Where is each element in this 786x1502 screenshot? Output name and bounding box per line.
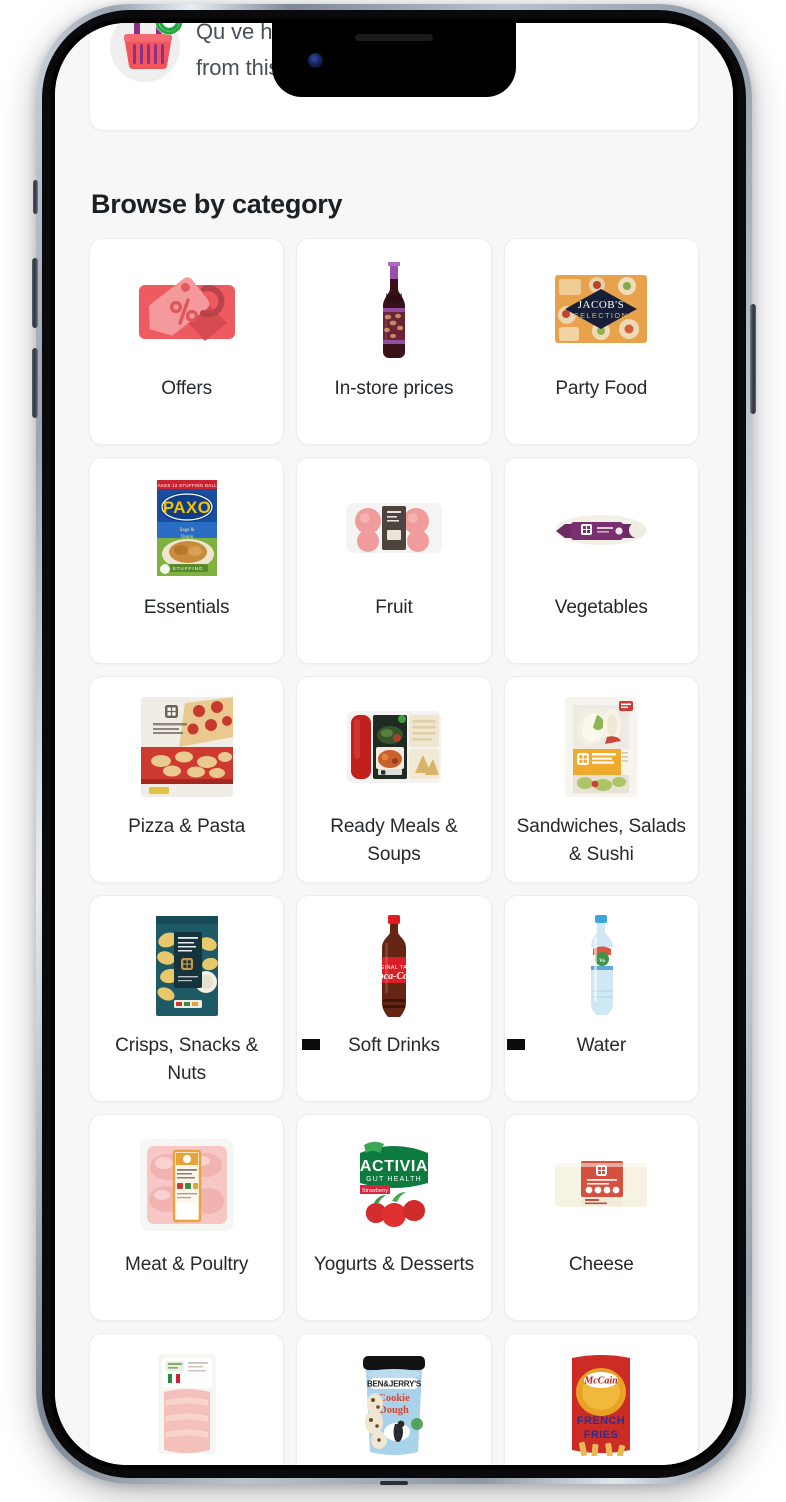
- category-label: Water: [576, 1035, 627, 1056]
- svg-text:MAKES 12 STUFFING BALLS: MAKES 12 STUFFING BALLS: [154, 483, 220, 488]
- category-card-partial-ham[interactable]: [89, 1333, 285, 1465]
- benjerrys-brand-text: BEN&JERRY'S: [367, 1380, 422, 1389]
- coop-logo-icon: [577, 753, 590, 765]
- category-label: Crisps, Snacks & Nuts: [115, 1035, 259, 1084]
- ready-meal-tray-image: [297, 695, 490, 799]
- silent-switch-button[interactable]: [33, 180, 38, 214]
- jacobs-brand-text: JACOB'S: [578, 299, 624, 311]
- mccain-french-fries-image: McCain FRENCH FRIES: [505, 1352, 698, 1456]
- category-card-meat-poultry[interactable]: Meat & Poultry: [89, 1114, 285, 1321]
- category-card-partial-fries[interactable]: McCain FRENCH FRIES: [503, 1333, 699, 1465]
- front-camera-icon: [308, 53, 323, 68]
- coop-logo-icon: [164, 705, 178, 718]
- cola-bottle-image: ORIGINAL TASTE Coca-Cola: [297, 914, 490, 1018]
- packaged-vegetable-image: [505, 476, 698, 580]
- volume-down-button[interactable]: [32, 348, 38, 418]
- svg-text:STUFFING: STUFFING: [172, 566, 203, 571]
- mccain-sub-text-2: FRIES: [584, 1429, 618, 1441]
- category-grid: Offers In-store prices JACOB'S SELECTION…: [89, 238, 699, 1465]
- activia-brand-text: ACTIVIA: [360, 1158, 428, 1175]
- jacobs-sub-text: SELECTION: [574, 311, 629, 320]
- category-label: Vegetables: [554, 597, 648, 618]
- category-label: Fruit: [375, 597, 413, 618]
- coop-logo-icon: [380, 770, 386, 775]
- offers-price-tag-icon: [90, 257, 283, 361]
- category-label: Party Food: [555, 378, 648, 399]
- activia-sub-text: GUT HEALTH: [366, 1176, 422, 1183]
- category-label: Ready Meals & Soups: [330, 816, 458, 865]
- bottom-microphone: [380, 1481, 408, 1485]
- mccain-sub-text-1: FRENCH: [577, 1415, 625, 1427]
- annotation-marker-right: [507, 1039, 525, 1050]
- category-card-pizza-pasta[interactable]: Pizza & Pasta: [89, 676, 285, 883]
- category-card-yogurts-desserts[interactable]: ACTIVIA GUT HEALTH Strawberry Yogurts & …: [296, 1114, 492, 1321]
- earpiece-speaker-icon: [355, 34, 433, 41]
- benjerrys-flavour-text-1: Cookie: [378, 1393, 410, 1404]
- activia-yogurt-pouch-image: ACTIVIA GUT HEALTH Strawberry: [297, 1133, 490, 1237]
- category-label: Sandwiches, Salads & Sushi: [516, 816, 686, 865]
- category-card-ready-meals-soups[interactable]: Ready Meals & Soups: [296, 676, 492, 883]
- category-card-vegetables[interactable]: Vegetables: [503, 457, 699, 664]
- category-browse-page: Qu ve had from this store before. Browse…: [55, 23, 733, 1465]
- mccain-brand-text: McCain: [584, 1376, 619, 1387]
- category-label: Yogurts & Desserts: [313, 1254, 475, 1275]
- category-label: Soft Drinks: [348, 1035, 440, 1056]
- category-label: Meat & Poultry: [125, 1254, 249, 1275]
- volume-up-button[interactable]: [32, 258, 38, 328]
- category-card-sandwiches-salads-sushi[interactable]: Sandwiches, Salads & Sushi: [503, 676, 699, 883]
- cheese-block-pack-image: [505, 1133, 698, 1237]
- svg-text:Vo: Vo: [599, 958, 605, 964]
- category-card-water[interactable]: Vo Water: [503, 895, 699, 1102]
- wrap-sandwich-pack-image: [505, 695, 698, 799]
- category-label: Essentials: [143, 597, 230, 618]
- category-card-in-store-prices[interactable]: In-store prices: [296, 238, 492, 445]
- category-card-cheese[interactable]: Cheese: [503, 1114, 699, 1321]
- phone-screen: Qu ve had from this store before. Browse…: [55, 23, 733, 1465]
- category-card-offers[interactable]: Offers: [89, 238, 285, 445]
- category-label: Pizza & Pasta: [128, 816, 246, 837]
- category-label: Offers: [161, 378, 213, 399]
- category-card-party-food[interactable]: JACOB'S SELECTION Party Food: [503, 238, 699, 445]
- category-card-partial-ice-cream[interactable]: BEN&JERRY'S Cookie Dough: [296, 1333, 492, 1465]
- refresh-badge-icon: [155, 23, 183, 35]
- water-bottle-image: Vo: [505, 914, 698, 1018]
- category-card-crisps-snacks-nuts[interactable]: Crisps, Snacks & Nuts: [89, 895, 285, 1102]
- pizza-box-image: [90, 695, 283, 799]
- category-card-essentials[interactable]: MAKES 12 STUFFING BALLS PAXO Sage & Onio…: [89, 457, 285, 664]
- svg-text:Sage &: Sage &: [179, 528, 194, 533]
- crisps-bag-image: [90, 914, 283, 1018]
- apples-pack-image: [297, 476, 490, 580]
- ham-slices-pack-image: [90, 1352, 283, 1456]
- category-card-fruit[interactable]: Fruit: [296, 457, 492, 664]
- page-title: Browse by category: [91, 189, 343, 219]
- category-label: In-store prices: [334, 378, 454, 399]
- phone-device-mockup: Qu ve had from this store before. Browse…: [32, 4, 756, 1485]
- ben-jerrys-cookie-dough-image: BEN&JERRY'S Cookie Dough: [297, 1352, 490, 1456]
- category-card-soft-drinks[interactable]: ORIGINAL TASTE Coca-Cola Soft Drinks: [296, 895, 492, 1102]
- jacobs-selection-box-image: JACOB'S SELECTION: [505, 257, 698, 361]
- paxo-stuffing-box-image: MAKES 12 STUFFING BALLS PAXO Sage & Onio…: [90, 476, 283, 580]
- device-notch: [272, 23, 516, 97]
- coop-logo-icon: [180, 958, 193, 970]
- chicken-breast-pack-image: [90, 1133, 283, 1237]
- svg-text:Strawberry: Strawberry: [362, 1188, 388, 1194]
- category-label: Cheese: [568, 1254, 634, 1275]
- paxo-brand-text: PAXO: [162, 498, 211, 517]
- benjerrys-flavour-text-2: Dough: [379, 1405, 409, 1416]
- cola-brand-text: Coca-Cola: [372, 971, 416, 982]
- power-button[interactable]: [750, 304, 756, 414]
- wine-bottle-image: [297, 257, 490, 361]
- shopping-basket-repeat-icon: [108, 23, 183, 82]
- annotation-marker-left: [302, 1039, 320, 1050]
